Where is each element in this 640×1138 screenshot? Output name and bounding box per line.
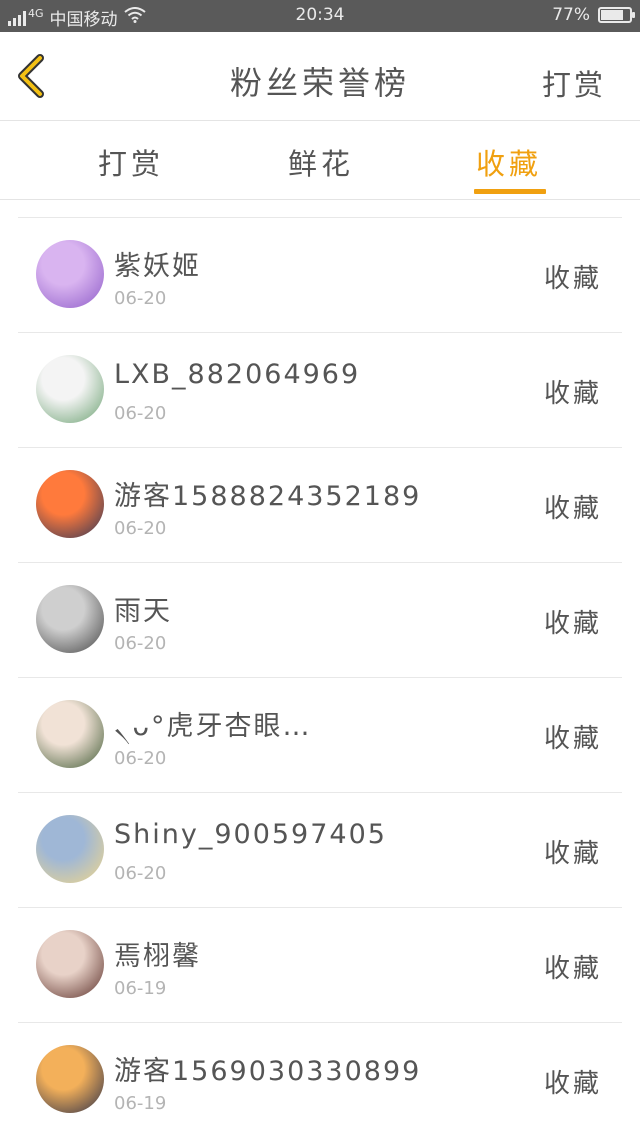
avatar — [36, 815, 104, 883]
fan-name: 游客15888243521​89 — [114, 481, 422, 512]
fan-date: 06-20 — [114, 633, 167, 654]
fan-date: 06-19 — [114, 1093, 167, 1114]
list-item[interactable]: 雨天 06-20 收藏 — [18, 562, 622, 677]
list-item[interactable]: 紫妖姬 06-20 收藏 — [18, 217, 622, 332]
favorite-label: 收藏 — [543, 494, 602, 524]
battery-percent: 77% — [552, 5, 590, 25]
tab-reward[interactable]: 打赏 — [98, 141, 164, 183]
favorite-label: 收藏 — [543, 609, 602, 639]
tab-flowers[interactable]: 鲜花 — [288, 141, 354, 183]
active-tab-indicator — [474, 189, 546, 194]
favorite-label: 收藏 — [543, 1069, 602, 1099]
fan-date: 06-19 — [114, 978, 167, 999]
favorite-label: 收藏 — [543, 724, 602, 754]
fan-date: 06-20 — [114, 403, 167, 424]
list-item[interactable]: Shiny_900597405 06-20 收藏 — [18, 792, 622, 907]
fan-date: 06-20 — [114, 288, 167, 309]
fan-name: Shiny_900597405 — [114, 819, 387, 850]
avatar — [36, 700, 104, 768]
fan-name: 游客15690303308​99 — [114, 1056, 422, 1087]
favorite-label: 收藏 — [543, 379, 602, 409]
tab-favorites[interactable]: 收藏 — [476, 141, 542, 183]
navigation-bar: 粉丝荣誉榜 打赏 — [0, 32, 640, 121]
battery-icon — [598, 7, 635, 23]
fan-date: 06-20 — [114, 518, 167, 539]
fan-date: 06-20 — [114, 863, 167, 884]
fan-name: 焉栩馨 — [114, 941, 201, 972]
fan-name: ৲ᴗ°虎牙杏眼… — [114, 711, 312, 742]
avatar — [36, 930, 104, 998]
fan-name: LXB_882064969 — [114, 359, 361, 390]
tab-bar: 打赏 鲜花 收藏 — [0, 121, 640, 200]
list-item[interactable]: ৲ᴗ°虎牙杏眼… 06-20 收藏 — [18, 677, 622, 792]
list-item[interactable]: LXB_882064969 06-20 收藏 — [18, 332, 622, 447]
status-right: 77% — [552, 5, 635, 25]
status-bar: 4G 中国移动 20:34 77% — [0, 0, 640, 32]
reward-button[interactable]: 打赏 — [542, 62, 606, 104]
favorite-label: 收藏 — [543, 264, 602, 294]
avatar — [36, 355, 104, 423]
fan-name: 紫妖姬 — [114, 251, 201, 282]
avatar — [36, 585, 104, 653]
avatar — [36, 1045, 104, 1113]
list-item[interactable]: 游客15690303308​99 06-19 收藏 — [18, 1022, 622, 1137]
favorite-label: 收藏 — [543, 839, 602, 869]
fan-list: 紫妖姬 06-20 收藏 LXB_882064969 06-20 收藏 游客15… — [18, 217, 622, 1137]
favorite-label: 收藏 — [543, 954, 602, 984]
list-item[interactable]: 焉栩馨 06-19 收藏 — [18, 907, 622, 1022]
fan-name: 雨天 — [114, 596, 172, 627]
status-time: 20:34 — [295, 5, 345, 25]
avatar — [36, 470, 104, 538]
list-item[interactable]: 游客15888243521​89 06-20 收藏 — [18, 447, 622, 562]
fan-date: 06-20 — [114, 748, 167, 769]
avatar — [36, 240, 104, 308]
